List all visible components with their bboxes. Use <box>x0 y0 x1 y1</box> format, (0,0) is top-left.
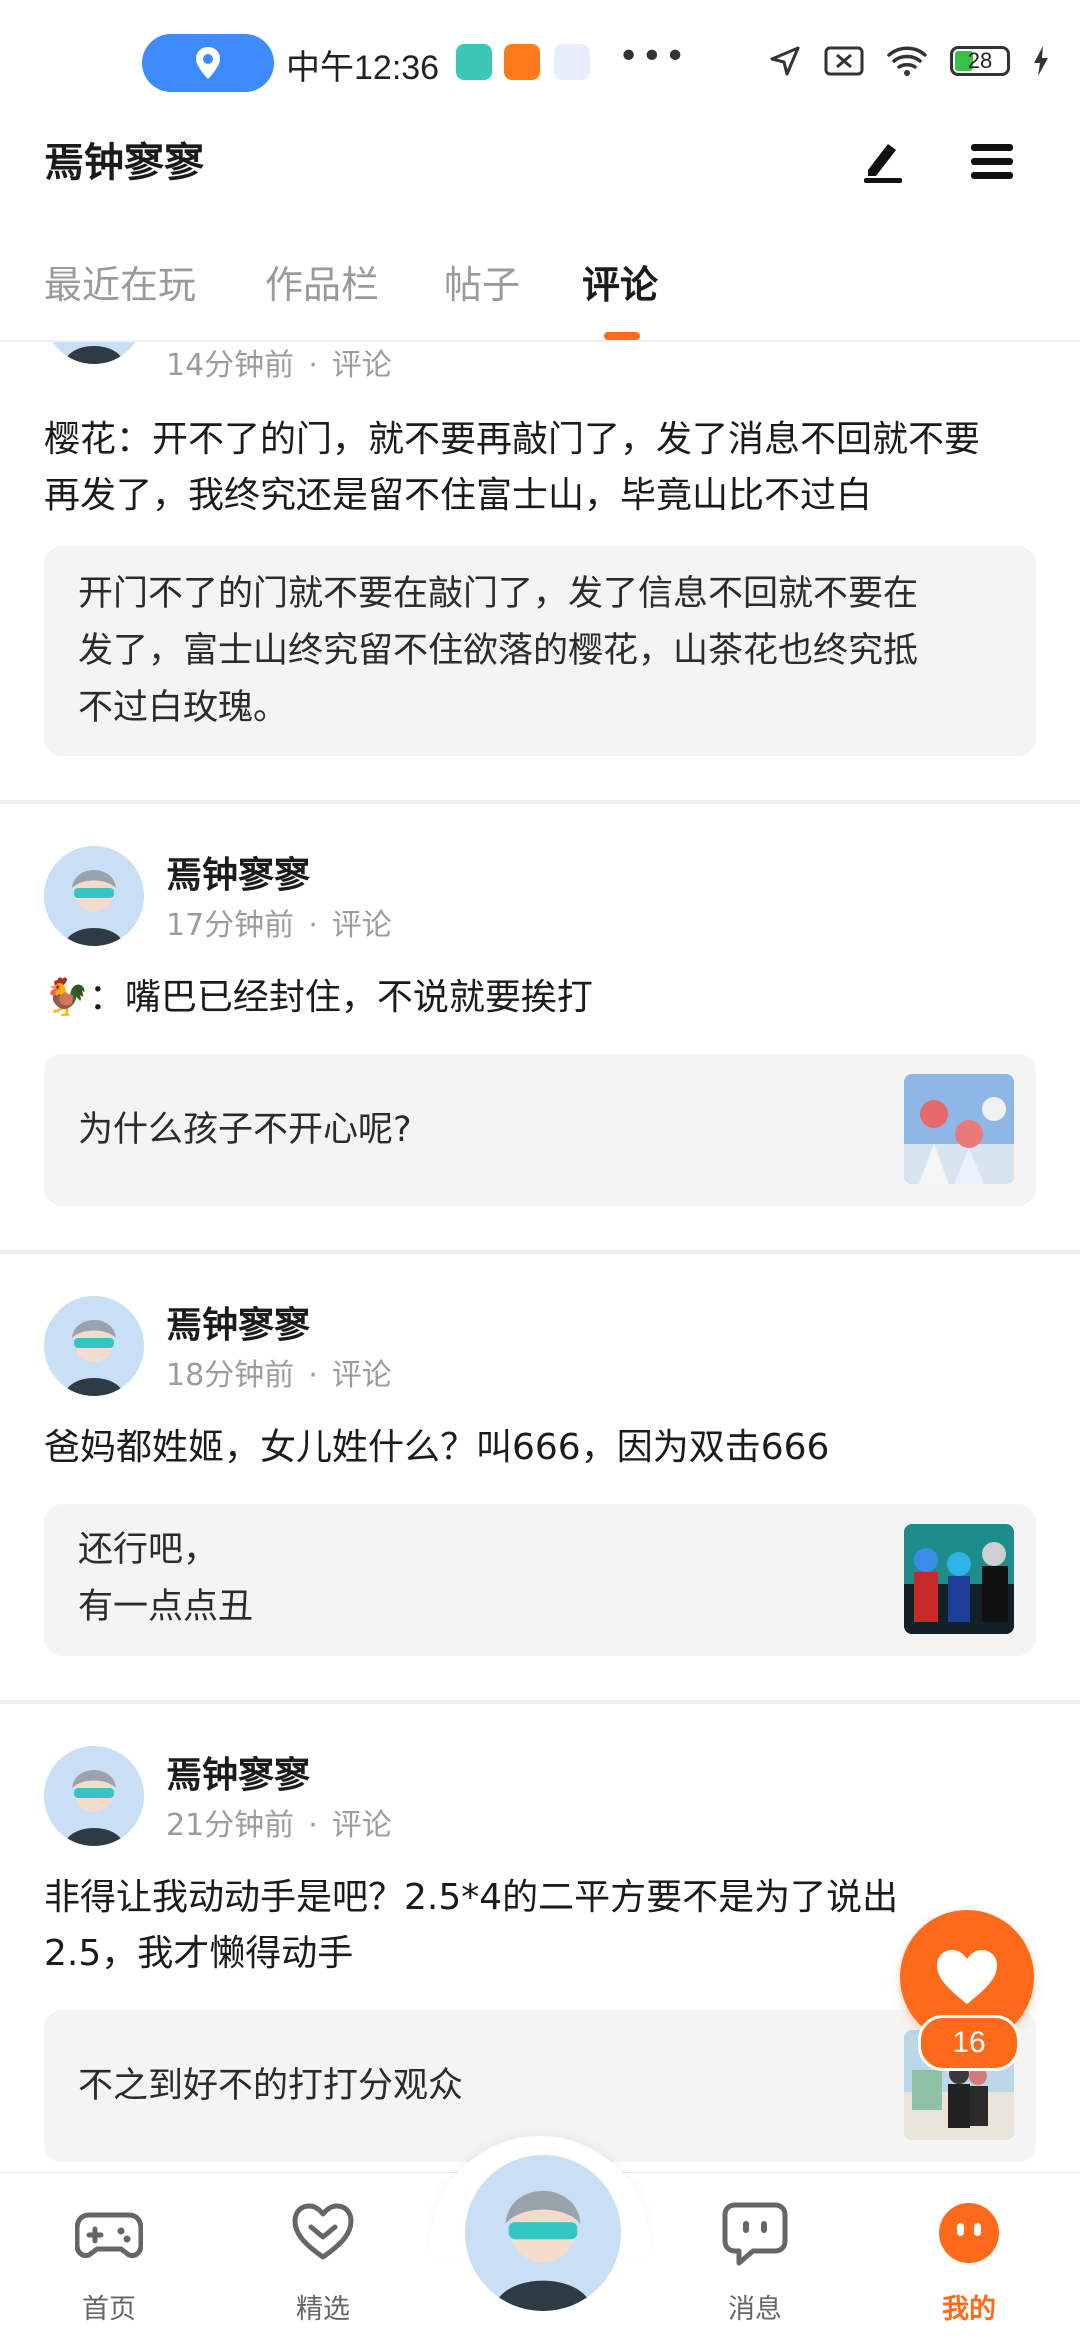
comment-text: 🐓：嘴巴已经封住，不说就要挨打 <box>44 977 593 1018</box>
nav-label: 消息 <box>728 2294 782 2325</box>
avatar[interactable] <box>44 1296 144 1396</box>
heart-outline-icon <box>292 2203 354 2260</box>
comment-text: 爸妈都姓姬，女儿姓什么？叫666，因为双击666 <box>44 1427 830 1468</box>
nav-item-home[interactable]: 首页 <box>34 2173 184 2341</box>
taobao-icon <box>504 44 540 80</box>
pen-icon <box>864 144 902 183</box>
tab-comments[interactable]: 评论 <box>582 254 658 309</box>
app-notification-icon <box>456 44 492 80</box>
edit-button[interactable] <box>854 134 910 190</box>
profile-tabs: 最近在玩 作品栏 帖子 评论 <box>0 250 1080 342</box>
battery-indicator: 28 <box>950 46 1010 76</box>
heart-icon <box>937 1950 997 2004</box>
nav-label: 我的 <box>942 2294 996 2325</box>
charging-icon <box>1034 46 1048 76</box>
nav-label: 精选 <box>296 2294 350 2325</box>
comment-time: 14分钟前 <box>166 348 295 383</box>
username[interactable]: 焉钟寥寥 <box>166 846 310 898</box>
hamburger-icon <box>971 144 1013 179</box>
more-notifications-icon: ••• <box>618 36 688 77</box>
like-count: 16 <box>918 2015 1020 2071</box>
post-thumbnail[interactable] <box>904 1524 1014 1634</box>
comment-text: 非得让我动动手是吧？2.5*4的二平方要不是为了说出 2.5，我才懒得动手 <box>44 1877 899 1974</box>
status-bar: 中午12:36 ••• 28 <box>0 0 1080 128</box>
comment-item[interactable]: 14分钟前 · 评论 樱花：开不了的门，就不要再敲门了，发了消息不回就不要 再发了，… <box>0 342 1080 802</box>
comment-type: 评论 <box>331 348 392 383</box>
quoted-content[interactable]: 为什么孩子不开心呢? <box>44 1054 1036 1206</box>
username[interactable]: 焉钟寥寥 <box>166 1746 310 1798</box>
center-avatar-button[interactable] <box>462 2152 624 2314</box>
comment-type: 评论 <box>331 908 392 943</box>
baidu-icon <box>554 44 590 80</box>
comment-meta: 21分钟前 · 评论 <box>166 1808 392 1843</box>
page-title: 焉钟寥寥 <box>44 140 204 186</box>
chat-bubble-icon <box>722 2202 788 2266</box>
quoted-content[interactable]: 开门不了的门就不要在敲门了，发了信息不回就不要在 发了，富士山终究留不住欲落的樱… <box>44 546 1036 756</box>
comment-meta: 17分钟前 · 评论 <box>166 908 392 943</box>
location-pin-icon <box>196 47 220 79</box>
quoted-content[interactable]: 还行吧， 有一点点丑 <box>44 1504 1036 1656</box>
comment-meta: 18分钟前 · 评论 <box>166 1358 392 1393</box>
chicken-emoji: 🐓 <box>44 977 89 1018</box>
gamepad-icon <box>75 2212 143 2258</box>
tab-recently-played[interactable]: 最近在玩 <box>44 254 196 309</box>
comment-item[interactable]: 焉钟寥寥 17分钟前 · 评论 🐓：嘴巴已经封住，不说就要挨打 为什么孩子不开心呢? <box>0 804 1080 1250</box>
nav-item-me[interactable]: 我的 <box>894 2173 1044 2341</box>
post-thumbnail[interactable] <box>904 1074 1014 1184</box>
comment-type: 评论 <box>331 1808 392 1843</box>
avatar[interactable] <box>44 1746 144 1846</box>
avatar[interactable] <box>44 846 144 946</box>
comment-type: 评论 <box>331 1358 392 1393</box>
nav-item-featured[interactable]: 精选 <box>248 2173 398 2341</box>
status-time: 中午12:36 <box>286 49 440 87</box>
comment-text: 樱花：开不了的门，就不要再敲门了，发了消息不回就不要 再发了，我终究还是留不住富… <box>44 419 981 516</box>
active-tab-indicator <box>604 332 640 340</box>
comment-time: 17分钟前 <box>166 908 295 943</box>
comments-feed[interactable]: 14分钟前 · 评论 樱花：开不了的门，就不要再敲门了，发了消息不回就不要 再发了，… <box>0 342 1080 2172</box>
face-icon <box>939 2203 999 2263</box>
tab-works[interactable]: 作品栏 <box>265 254 379 309</box>
nav-item-messages[interactable]: 消息 <box>680 2173 830 2341</box>
wifi-icon <box>887 46 927 76</box>
navigation-arrow-icon <box>770 46 800 76</box>
battery-level: 28 <box>967 48 993 73</box>
comment-item[interactable]: 焉钟寥寥 18分钟前 · 评论 爸妈都姓姬，女儿姓什么？叫666，因为双击666 还… <box>0 1254 1080 1700</box>
comment-time: 18分钟前 <box>166 1358 295 1393</box>
location-pill[interactable] <box>142 34 274 92</box>
comment-time: 21分钟前 <box>166 1808 295 1843</box>
nav-label: 首页 <box>82 2294 136 2325</box>
comment-meta: 14分钟前 · 评论 <box>166 348 392 383</box>
sim-off-icon <box>824 46 864 76</box>
menu-button[interactable] <box>964 134 1020 190</box>
username[interactable]: 焉钟寥寥 <box>166 1296 310 1348</box>
avatar[interactable] <box>44 342 144 364</box>
tab-posts[interactable]: 帖子 <box>444 254 520 309</box>
